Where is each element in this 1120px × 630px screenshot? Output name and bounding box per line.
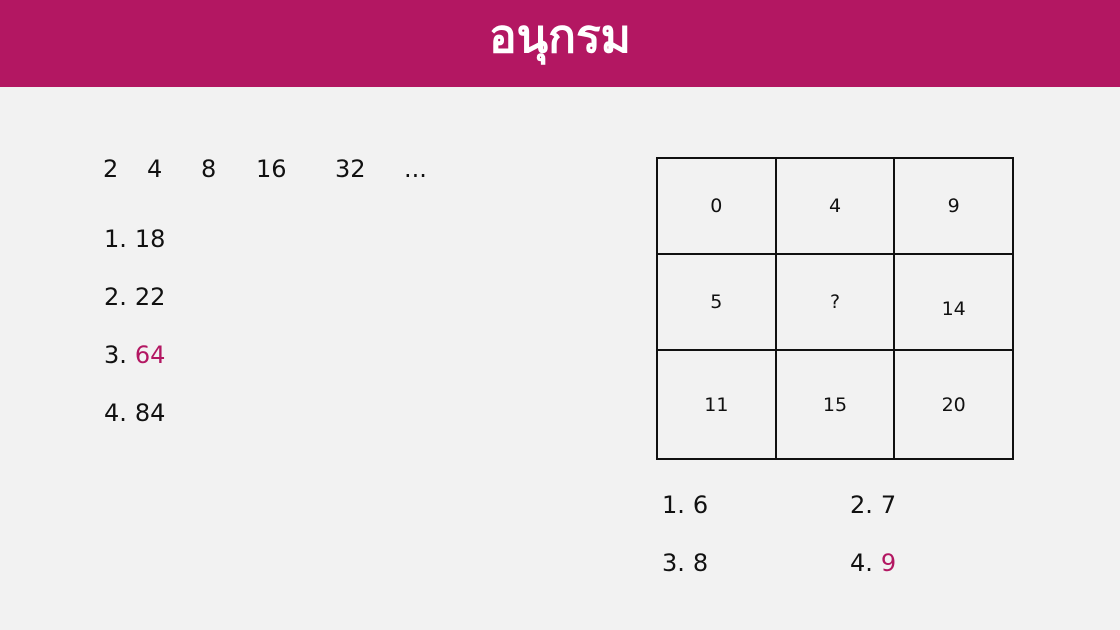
number-grid: 0 4 9 5 ? 14 11 15 20 (656, 157, 1014, 460)
grid-cell: 15 (774, 349, 896, 460)
sequence-term: 2 (103, 155, 119, 183)
sequence-term: 8 (201, 155, 217, 183)
page-title: อนุกรม (489, 9, 631, 63)
grid-answer-option-2[interactable]: 2. 7 (850, 490, 896, 520)
option-number: 2. (850, 491, 873, 519)
option-value: 22 (134, 283, 166, 311)
option-number: 2. (104, 283, 127, 311)
answer-option-2[interactable]: 2. 22 (104, 282, 165, 312)
grid-cell: 9 (893, 157, 1014, 255)
grid-cell: 11 (656, 349, 777, 460)
grid-answer-option-4[interactable]: 4. 9 (850, 548, 896, 578)
option-value: 6 (692, 491, 709, 519)
option-number: 4. (104, 399, 127, 427)
grid-cell: 14 (893, 253, 1014, 351)
answer-option-1[interactable]: 1. 18 (104, 224, 165, 254)
sequence-term: 16 (256, 155, 287, 183)
correct-answer-value: 64 (134, 341, 166, 369)
option-value: 84 (134, 399, 166, 427)
option-number: 1. (662, 491, 685, 519)
option-number: 3. (104, 341, 127, 369)
option-number: 4. (850, 549, 873, 577)
sequence-term: 32 (335, 155, 366, 183)
title-bar: อนุกรม (0, 0, 1120, 87)
option-value: 8 (692, 549, 709, 577)
grid-cell: 4 (774, 157, 896, 255)
sequence-ellipsis: ... (404, 155, 427, 183)
grid-answer-option-3[interactable]: 3. 8 (662, 548, 708, 578)
grid-cell: 5 (656, 253, 777, 351)
grid-cell: 20 (893, 349, 1014, 460)
grid-cell: 0 (656, 157, 777, 255)
correct-answer-value: 9 (880, 549, 897, 577)
option-value: 7 (880, 491, 897, 519)
grid-cell-missing: ? (774, 253, 896, 351)
option-value: 18 (134, 225, 166, 253)
answer-option-4[interactable]: 4. 84 (104, 398, 165, 428)
answer-option-3[interactable]: 3. 64 (104, 340, 165, 370)
option-number: 1. (104, 225, 127, 253)
grid-answer-option-1[interactable]: 1. 6 (662, 490, 708, 520)
sequence-term: 4 (147, 155, 163, 183)
option-number: 3. (662, 549, 685, 577)
